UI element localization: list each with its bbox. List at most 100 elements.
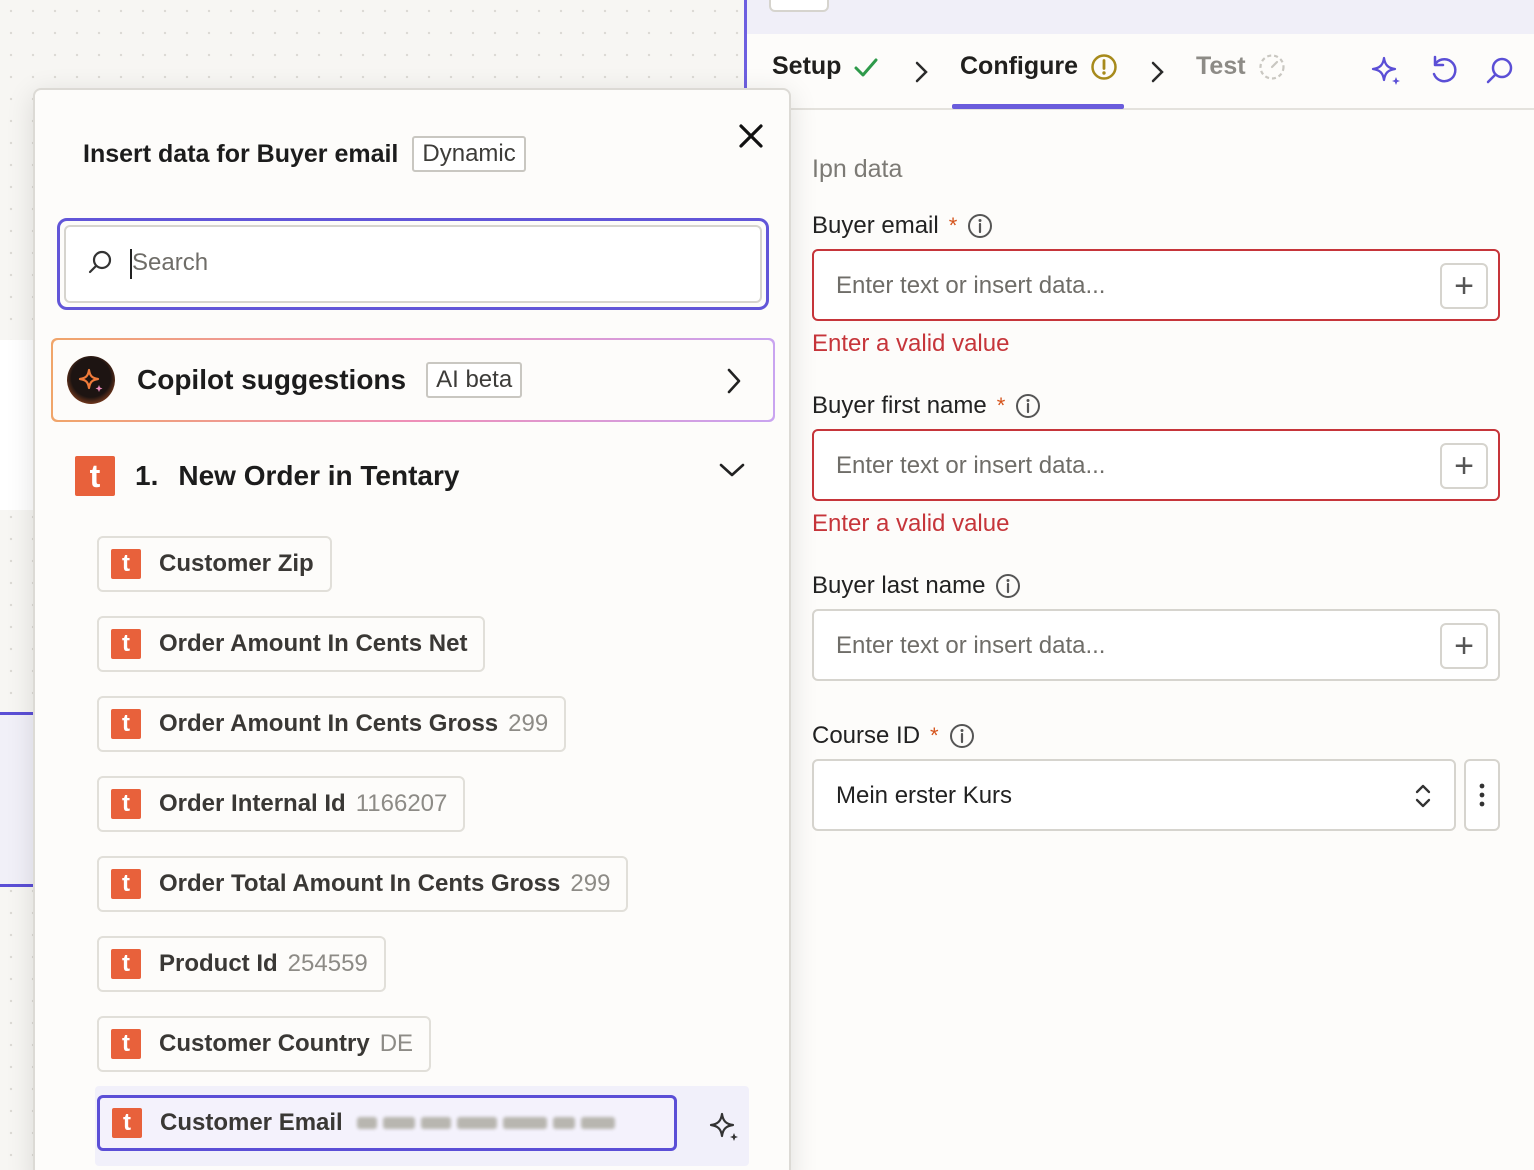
step-group-header[interactable]: t 1. New Order in Tentary — [75, 456, 459, 496]
popup-header: Insert data for Buyer email Dynamic — [83, 136, 526, 172]
tab-test[interactable]: Test — [1196, 52, 1286, 81]
insert-data-popup: Insert data for Buyer email Dynamic Sear… — [33, 88, 791, 1170]
item-label: Order Amount In Cents Net — [159, 630, 468, 657]
item-value: DE — [379, 1030, 414, 1057]
undo-icon[interactable] — [1427, 54, 1461, 88]
select-arrows-icon — [1415, 784, 1431, 808]
info-icon[interactable] — [1015, 393, 1041, 419]
buyer-email-error: Enter a valid value — [812, 330, 1010, 357]
info-icon[interactable] — [967, 213, 993, 239]
chevron-right-icon — [727, 368, 741, 394]
item-label: Product Id — [159, 950, 278, 977]
sparkle-icon[interactable] — [707, 1110, 741, 1144]
course-id-select[interactable]: Mein erster Kurs — [812, 759, 1456, 831]
item-value: 299 — [570, 870, 611, 897]
search-input[interactable]: Search — [64, 225, 762, 303]
data-item-order-amount-gross[interactable]: t Order Amount In Cents Gross 299 — [97, 696, 567, 752]
data-item-customer-country[interactable]: t Customer Country DE — [97, 1016, 432, 1072]
search-icon[interactable] — [1483, 54, 1517, 88]
tentary-logo-icon: t — [111, 549, 141, 579]
data-item-product-id[interactable]: t Product Id 254559 — [97, 936, 386, 992]
buyer-email-label-text: Buyer email — [812, 212, 939, 239]
course-id-label: Course ID * — [812, 722, 975, 750]
buyer-last-name-field[interactable]: Enter text or insert data... + — [812, 609, 1500, 681]
tentary-logo-icon: t — [112, 1108, 142, 1138]
chevron-right-icon — [915, 61, 928, 83]
copilot-label: Copilot suggestions AI beta — [137, 362, 523, 398]
chevron-right-icon — [1151, 61, 1164, 83]
item-value: 254559 — [287, 950, 368, 977]
tab-setup[interactable]: Setup — [772, 52, 879, 81]
search-focus-ring: Search — [57, 218, 769, 310]
required-marker: * — [948, 213, 958, 238]
tentary-logo-icon: t — [111, 1029, 141, 1059]
sparkle-icon[interactable] — [1369, 54, 1403, 88]
buyer-last-name-placeholder: Enter text or insert data... — [836, 632, 1106, 659]
data-item-order-total-gross[interactable]: t Order Total Amount In Cents Gross 299 — [97, 856, 629, 912]
course-id-label-text: Course ID — [812, 722, 921, 749]
item-label: Order Internal Id — [159, 790, 346, 817]
redacted-email-value — [356, 1117, 615, 1129]
chevron-down-icon[interactable] — [717, 460, 747, 480]
buyer-last-name-label: Buyer last name — [812, 572, 1021, 600]
vertical-dots-icon — [1479, 783, 1485, 807]
buyer-first-name-placeholder: Enter text or insert data... — [836, 452, 1106, 479]
buyer-email-field[interactable]: Enter text or insert data... + — [812, 249, 1500, 321]
item-label: Order Total Amount In Cents Gross — [159, 870, 561, 897]
active-tab-indicator — [952, 104, 1124, 109]
insert-data-button[interactable]: + — [1440, 263, 1488, 309]
data-item-customer-zip[interactable]: t Customer Zip — [97, 536, 332, 592]
popup-title: Insert data for Buyer email — [83, 139, 399, 168]
info-icon[interactable] — [995, 573, 1021, 599]
timer-icon — [1258, 53, 1285, 80]
insert-data-button[interactable]: + — [1440, 443, 1488, 489]
warning-icon — [1091, 53, 1117, 80]
item-label: Order Amount In Cents Gross — [159, 710, 499, 737]
dynamic-badge: Dynamic — [412, 136, 526, 172]
check-icon — [854, 58, 878, 76]
search-placeholder: Search — [132, 249, 209, 276]
buyer-email-label: Buyer email * — [812, 212, 993, 240]
item-label: Customer Email — [160, 1109, 343, 1136]
step-title: New Order in Tentary — [178, 460, 460, 491]
buyer-first-name-label: Buyer first name * — [812, 392, 1041, 420]
data-item-customer-email[interactable]: t Customer Email — [97, 1095, 677, 1151]
header-chip[interactable] — [769, 0, 829, 12]
item-value: 1166207 — [355, 790, 448, 817]
copilot-suggestions-row[interactable]: Copilot suggestions AI beta — [51, 338, 775, 422]
course-id-value: Mein erster Kurs — [836, 782, 1013, 809]
buyer-first-name-error: Enter a valid value — [812, 510, 1010, 537]
tentary-logo-icon: t — [111, 869, 141, 899]
step-tabs: Setup Configure Test — [747, 34, 1534, 110]
tab-setup-label: Setup — [772, 52, 842, 80]
buyer-first-name-label-text: Buyer first name — [812, 392, 987, 419]
copilot-logo-icon — [67, 356, 115, 404]
tab-configure-label: Configure — [960, 52, 1079, 80]
item-label: Customer Zip — [159, 550, 314, 577]
panel-header-strip — [747, 0, 1534, 34]
tentary-logo-icon: t — [75, 456, 115, 496]
close-icon[interactable] — [733, 118, 769, 154]
item-value: 299 — [508, 710, 549, 737]
step-number: 1. — [135, 460, 159, 491]
more-options-button[interactable] — [1464, 759, 1500, 831]
buyer-last-name-label-text: Buyer last name — [812, 572, 986, 599]
data-item-order-internal-id[interactable]: t Order Internal Id 1166207 — [97, 776, 466, 832]
tentary-logo-icon: t — [111, 789, 141, 819]
tentary-logo-icon: t — [111, 629, 141, 659]
tab-test-label: Test — [1196, 52, 1246, 80]
data-item-order-amount-net[interactable]: t Order Amount In Cents Net — [97, 616, 486, 672]
ai-beta-badge: AI beta — [426, 362, 523, 398]
tentary-logo-icon: t — [111, 949, 141, 979]
buyer-first-name-field[interactable]: Enter text or insert data... + — [812, 429, 1500, 501]
tentary-logo-icon: t — [111, 709, 141, 739]
info-icon[interactable] — [949, 723, 975, 749]
copilot-suggestions-text: Copilot suggestions — [137, 364, 407, 395]
required-marker: * — [930, 723, 939, 748]
insert-data-button[interactable]: + — [1440, 623, 1488, 669]
step-config-panel: Setup Configure Test Ipn data Buyer emai… — [747, 0, 1534, 1170]
search-icon — [88, 250, 112, 274]
required-marker: * — [996, 393, 1006, 418]
tab-configure[interactable]: Configure — [960, 52, 1118, 81]
buyer-email-placeholder: Enter text or insert data... — [836, 272, 1106, 299]
